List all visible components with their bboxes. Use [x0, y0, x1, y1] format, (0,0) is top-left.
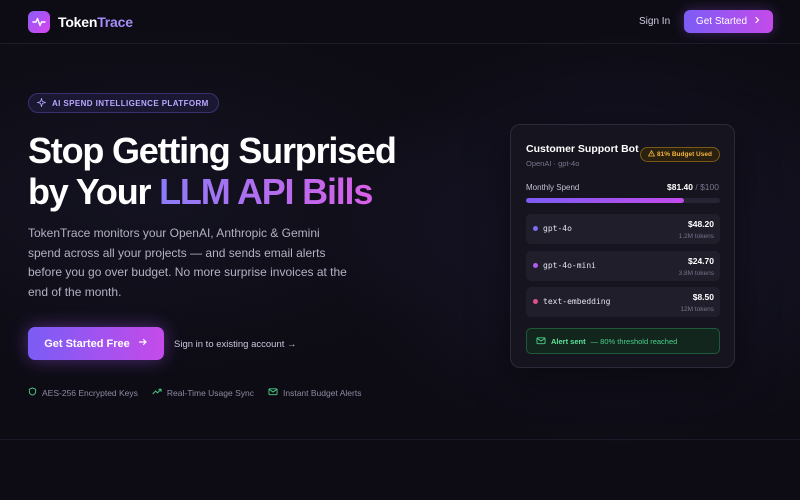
model-color-dot [533, 263, 538, 268]
headline-line-2: by Your LLM API Bills [28, 171, 448, 212]
get-started-button[interactable]: Get Started [684, 10, 773, 33]
monthly-spend-value: $81.40 / $100 [667, 182, 719, 192]
alert-sent-banner: Alert sent — 80% threshold reached [526, 328, 720, 354]
feature-list: AES-256 Encrypted Keys Real-Time Usage S… [28, 387, 361, 398]
model-row-gpt-4o[interactable]: gpt-4o $48.20 1.2M tokens [526, 214, 720, 244]
mail-icon [268, 387, 278, 398]
feature-realtime-sync: Real-Time Usage Sync [152, 387, 254, 398]
get-started-free-button[interactable]: Get Started Free [28, 327, 164, 360]
model-row-gpt-4o-mini[interactable]: gpt-4o-mini $24.70 3.8M tokens [526, 251, 720, 281]
brand-name[interactable]: TokenTrace [58, 14, 133, 30]
shield-icon [28, 387, 37, 398]
arrow-right-icon [138, 337, 148, 350]
project-spend-card: Customer Support Bot OpenAI · gpt-4o 81%… [510, 124, 735, 368]
monthly-spend-label: Monthly Spend [526, 183, 580, 192]
model-row-text-embedding[interactable]: text-embedding $8.50 12M tokens [526, 287, 720, 317]
model-cost: $48.20 [688, 219, 714, 229]
feature-budget-alerts: Instant Budget Alerts [268, 387, 361, 398]
warning-icon [647, 149, 656, 159]
feature-label: AES-256 Encrypted Keys [42, 387, 138, 398]
budget-progress-bar [526, 198, 720, 203]
alert-title: Alert sent [551, 336, 586, 346]
chevron-right-icon [753, 16, 761, 27]
headline-highlight: LLM API Bills [159, 171, 373, 212]
monthly-spend-limit: / $100 [695, 182, 719, 192]
budget-status-badge: 81% Budget Used [640, 147, 720, 162]
model-tokens: 3.8M tokens [678, 270, 714, 277]
brand-name-part-a: Token [58, 14, 98, 30]
headline-prefix: by Your [28, 171, 160, 212]
page-title: Stop Getting Surprised by Your LLM API B… [28, 130, 448, 212]
mail-icon [536, 336, 546, 347]
headline-line-1: Stop Getting Surprised [28, 130, 397, 171]
platform-badge-label: AI SPEND INTELLIGENCE PLATFORM [52, 98, 209, 108]
model-name: gpt-4o [543, 224, 572, 233]
model-cost: $24.70 [688, 256, 714, 266]
get-started-free-label: Get Started Free [44, 337, 130, 350]
budget-progress-fill [526, 198, 684, 203]
hero-description: TokenTrace monitors your OpenAI, Anthrop… [28, 226, 347, 299]
model-cost: $8.50 [692, 292, 714, 302]
platform-badge: AI SPEND INTELLIGENCE PLATFORM [28, 93, 219, 113]
model-name: text-embedding [543, 297, 611, 306]
section-divider [0, 439, 800, 440]
brand-name-part-b: Trace [97, 14, 133, 30]
sparkle-icon [35, 96, 48, 109]
sign-in-existing-link[interactable]: Sign in to existing account → [174, 339, 297, 350]
feature-label: Real-Time Usage Sync [166, 387, 254, 398]
feature-encrypted-keys: AES-256 Encrypted Keys [28, 387, 138, 398]
sign-in-link[interactable]: Sign In [639, 16, 670, 27]
alert-text: — 80% threshold reached [590, 336, 678, 346]
model-name: gpt-4o-mini [543, 261, 596, 270]
card-title: Customer Support Bot [526, 143, 639, 155]
trending-up-icon [152, 387, 162, 398]
model-tokens: 1.2M tokens [678, 233, 714, 240]
budget-badge-label: 81% Budget Used [657, 151, 712, 158]
model-color-dot [533, 226, 538, 231]
logo-pulse-icon[interactable] [28, 11, 50, 33]
model-color-dot [533, 299, 538, 304]
monthly-spend-amount: $81.40 [666, 182, 693, 192]
top-nav: TokenTrace Sign In Get Started [0, 0, 800, 44]
model-tokens: 12M tokens [680, 306, 714, 313]
card-subtitle: OpenAI · gpt-4o [526, 159, 580, 168]
feature-label: Instant Budget Alerts [283, 387, 362, 398]
get-started-label: Get Started [695, 16, 748, 27]
